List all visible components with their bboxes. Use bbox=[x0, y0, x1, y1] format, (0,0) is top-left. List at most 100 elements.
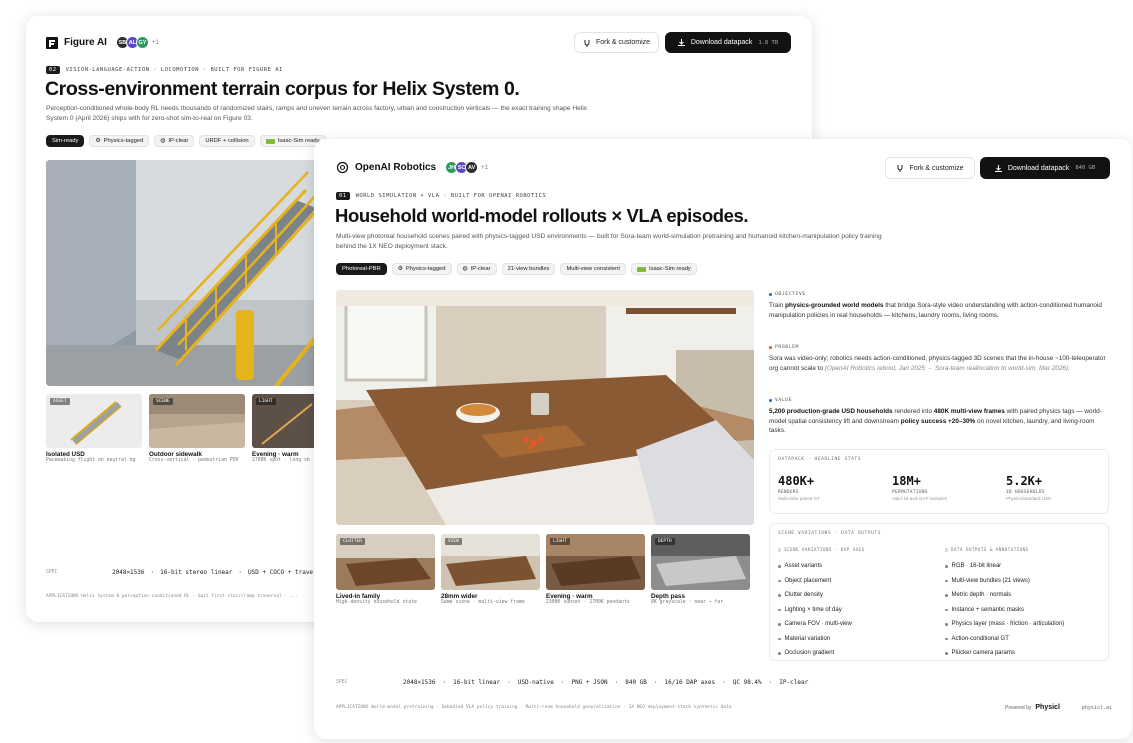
stats-heading: DATAPACK · HEADLINE STATS bbox=[778, 457, 862, 462]
tag: URDF + collision bbox=[199, 135, 255, 147]
list-item: Camera FOV · multi-view bbox=[778, 617, 865, 632]
section-heading: OBJECTIVE bbox=[775, 292, 806, 297]
nvidia-icon bbox=[265, 138, 275, 144]
thumb-label: ASSET bbox=[50, 398, 70, 405]
avatar: GY bbox=[135, 36, 149, 49]
variant-thumbnail[interactable]: CLUTTER Lived-in family High-density hou… bbox=[336, 534, 435, 606]
gear-icon: ⚙ bbox=[397, 266, 403, 272]
spec-label: SPEC bbox=[46, 570, 58, 575]
brand-name: Figure AI bbox=[64, 37, 107, 48]
fork-label: Fork & customize bbox=[595, 39, 651, 46]
spec-item: 2048×1536 bbox=[403, 679, 436, 686]
download-label: Download datapack bbox=[690, 39, 753, 46]
openai-logo-icon bbox=[336, 161, 349, 174]
brand-name: OpenAI Robotics bbox=[355, 162, 437, 173]
stat-card: 18M+ PERMUTATIONS Valid 16-axis DAP sample… bbox=[892, 474, 947, 501]
fork-label: Fork & customize bbox=[909, 164, 964, 172]
tag: ⚙ Physics-tagged bbox=[391, 263, 452, 275]
spec-item: 2048×1536 bbox=[112, 569, 145, 576]
thumb-label: VIEW bbox=[445, 538, 462, 545]
thumb-title: Evening · warm bbox=[546, 593, 593, 600]
powered-by-label: Powered by bbox=[1004, 704, 1032, 711]
spec-item: 16-bit stereo linear bbox=[160, 569, 233, 576]
download-size: 840 GB bbox=[1075, 165, 1096, 171]
list-item: Material variation bbox=[778, 632, 865, 647]
list-item: Asset variants bbox=[778, 559, 865, 574]
list-item: Physics layer (mass · friction · articul… bbox=[945, 617, 1065, 632]
variant-thumbnail[interactable]: LIGHT Evening · warm 2300K sunset · 2700… bbox=[546, 534, 645, 606]
list-item: RGB · 16-bit linear bbox=[945, 559, 1064, 574]
variations-heading: SCENE VARIATIONS · DATA OUTPUTS bbox=[778, 531, 881, 536]
variant-thumbnail[interactable]: ASSET Isolated USD Pacemaking flight on … bbox=[46, 394, 142, 464]
fork-button[interactable]: Fork & customize bbox=[574, 32, 659, 53]
list-item: Clutter density bbox=[778, 588, 865, 603]
list-item: Lighting × time of day bbox=[778, 603, 865, 618]
thumb-label: CLUTTER bbox=[340, 538, 365, 545]
brand: Figure AI SB AL GY +1 bbox=[46, 36, 159, 49]
spec-item: IP-clear bbox=[779, 679, 809, 686]
avatar: AV bbox=[465, 161, 479, 174]
spec-row: SPEC 2048×1536 · 16-bit stereo linear · US… bbox=[46, 569, 321, 576]
spec-row: SPEC 2048×1536 · 16-bit linear · USD-nativ… bbox=[336, 679, 809, 686]
grid-icon: ◫ bbox=[945, 548, 948, 553]
variant-thumbnail[interactable]: VIEW 28mm wider Same scene · multi-view … bbox=[441, 534, 540, 606]
thumb-subtitle: 2700K spot · long sh bbox=[252, 458, 310, 463]
thumb-title: Evening · warm bbox=[252, 451, 299, 458]
front-datapack-card: OpenAI Robotics JH SC AV +1 Fork & custo… bbox=[314, 139, 1132, 739]
variant-thumbnails: CLUTTER Lived-in family High-density hou… bbox=[336, 534, 750, 606]
thumb-title: 28mm wider bbox=[441, 593, 478, 600]
site-link[interactable]: physicl.ai bbox=[1082, 705, 1112, 711]
eyebrow: 02 VISION-LANGUAGE-ACTION · LOCOMOTION ·… bbox=[46, 66, 283, 74]
tag: Isaac-Sim ready bbox=[630, 263, 697, 275]
spec-item: USD-native bbox=[517, 679, 554, 686]
thumb-subtitle: Cross-vertical · pedestrian POV bbox=[149, 458, 239, 463]
list-item: Object placement bbox=[778, 574, 865, 589]
list-item: Metric depth · normals bbox=[945, 588, 1064, 603]
eyebrow-text: WORLD SIMULATION × VLA · BUILT FOR OPENA… bbox=[355, 193, 547, 199]
figure-logo-icon bbox=[46, 36, 58, 49]
avatar-more: +1 bbox=[481, 164, 488, 171]
download-button[interactable]: Download datapack 840 GB bbox=[980, 157, 1110, 179]
variant-thumbnail[interactable]: SCENE Outdoor sidewalk Cross-vertical · … bbox=[149, 394, 245, 464]
page-description: Multi-view photoreal household scenes pa… bbox=[336, 233, 882, 250]
section-heading: PROBLEM bbox=[775, 345, 799, 350]
spec-item: QC 98.4% bbox=[732, 679, 762, 686]
thumb-subtitle: Pacemaking flight on neutral bg bbox=[46, 458, 136, 463]
tag: Sim-ready bbox=[46, 135, 85, 147]
value-section: VALUE 5,200 production-grade USD househo… bbox=[769, 398, 1102, 435]
scene-variations-panel: SCENE VARIATIONS · DATA OUTPUTS ◫ SCENE … bbox=[769, 523, 1109, 661]
variant-thumbnail[interactable]: DEPTH Depth pass 8K grayscale · near → f… bbox=[651, 534, 750, 606]
tag: Multi-view consistent bbox=[560, 263, 626, 275]
thumb-title: Lived-in family bbox=[336, 593, 381, 600]
variant-thumbnails: ASSET Isolated USD Pacemaking flight on … bbox=[46, 394, 322, 464]
spec-item: 16/16 DAP axes bbox=[664, 679, 716, 686]
fork-icon bbox=[584, 39, 590, 47]
fork-button[interactable]: Fork & customize bbox=[885, 157, 975, 179]
data-outputs-list: ◫ DATA OUTPUTS & ANNOTATIONS RGB · 16-bi… bbox=[945, 548, 1064, 661]
thumb-title: Isolated USD bbox=[46, 451, 85, 458]
collaborator-avatars: SB AL GY +1 bbox=[115, 36, 159, 49]
page-title: Cross-environment terrain corpus for Hel… bbox=[45, 78, 520, 100]
list-item: Occlusion gradient bbox=[778, 646, 865, 661]
eyebrow-number: 01 bbox=[336, 192, 350, 200]
eyebrow-number: 02 bbox=[46, 66, 60, 74]
list-item: Action-conditional GT bbox=[945, 632, 1064, 647]
download-button[interactable]: Download datapack 1.8 TB bbox=[665, 32, 791, 53]
applications-line: APPLICATIONS World-model pretraining · E… bbox=[336, 705, 732, 710]
brand: OpenAI Robotics JH SC AV +1 bbox=[336, 161, 488, 174]
tag: 21-view bundles bbox=[501, 263, 556, 275]
problem-section: PROBLEM Sora was video-only; robotics ne… bbox=[769, 345, 1106, 372]
tag: ⚙ Physics-tagged bbox=[89, 135, 150, 147]
collaborator-avatars: JH SC AV +1 bbox=[445, 161, 488, 174]
tag: Photoreal-PBR bbox=[336, 263, 387, 275]
list-item: Plücker camera params bbox=[945, 646, 1064, 661]
thumb-subtitle: Same scene · multi-view frame bbox=[441, 600, 525, 605]
footer: APPLICATIONS World-model pretraining · E… bbox=[336, 704, 1112, 711]
download-icon bbox=[677, 39, 685, 46]
download-size: 1.8 TB bbox=[758, 39, 779, 46]
thumb-title: Depth pass bbox=[651, 593, 685, 600]
tag: ◍ IP-clear bbox=[154, 135, 195, 147]
variant-thumbnail[interactable]: LIGHT Evening · warm 2700K spot · long s… bbox=[252, 394, 322, 464]
eyebrow: 01 WORLD SIMULATION × VLA · BUILT FOR OP… bbox=[336, 192, 546, 200]
thumb-label: LIGHT bbox=[550, 538, 570, 545]
